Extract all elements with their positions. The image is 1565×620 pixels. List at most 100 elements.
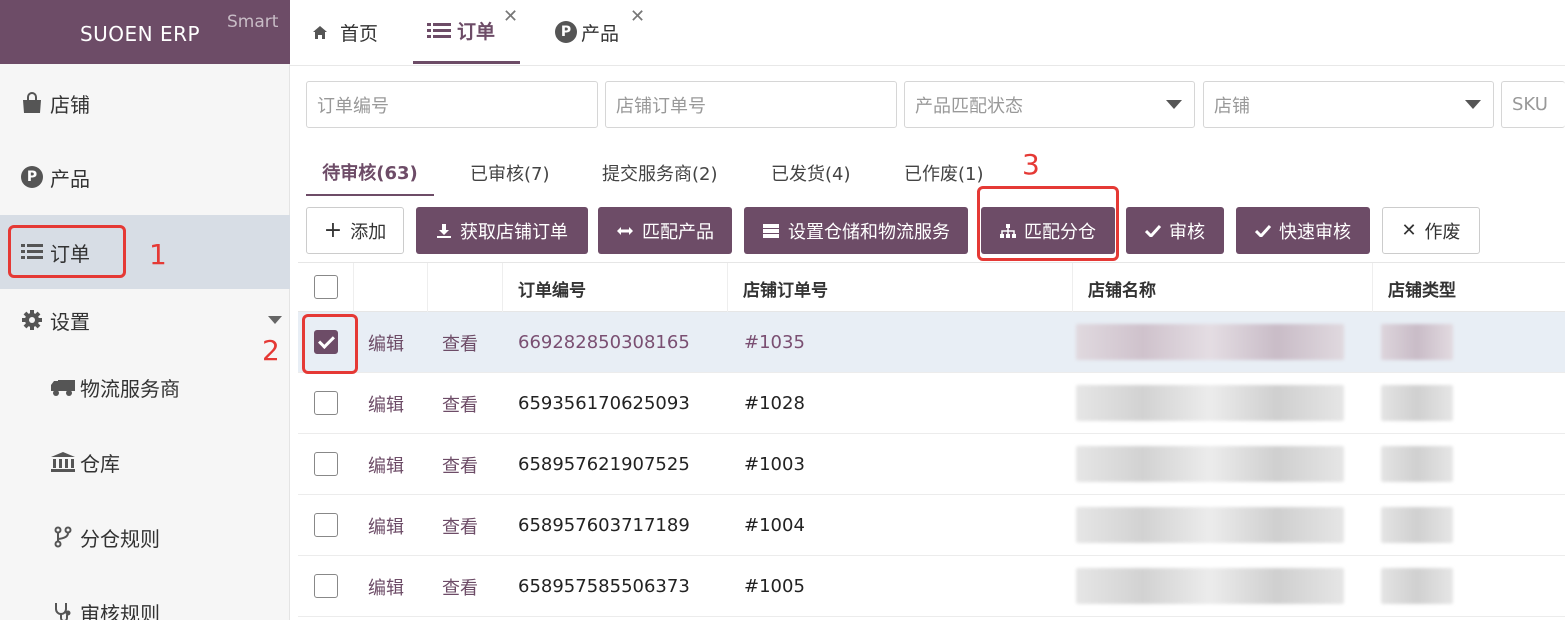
fork-icon: [50, 525, 76, 549]
tab-submitted[interactable]: 提交服务商(2): [602, 150, 718, 196]
annotation-number-1: 1: [149, 238, 167, 271]
header-edit-col: [353, 263, 427, 313]
shop-order-no-cell: #1005: [744, 576, 805, 597]
stethoscope-icon: [50, 600, 76, 620]
sidebar-item-label: 店铺: [50, 92, 90, 117]
redacted-shop-type: [1381, 385, 1453, 421]
button-label: 快速审核: [1279, 221, 1351, 243]
header-shop-type[interactable]: 店铺类型: [1372, 263, 1565, 313]
sku-input[interactable]: SKU: [1501, 81, 1565, 128]
row-checkbox[interactable]: [314, 391, 338, 415]
annotation-box-1: [8, 225, 126, 278]
close-icon[interactable]: ✕: [630, 6, 645, 27]
order-no-cell: 658957621907525: [518, 454, 690, 475]
tab-voided[interactable]: 已作废(1): [904, 150, 984, 196]
shop-placeholder: 店铺: [1214, 95, 1250, 117]
match-products-button[interactable]: 匹配产品: [598, 207, 732, 254]
header-order-no[interactable]: 订单编号: [502, 263, 727, 313]
redacted-shop-name: [1076, 507, 1344, 543]
view-link[interactable]: 查看: [442, 373, 478, 434]
table-row[interactable]: 编辑 查看 658957621907525 #1003: [298, 434, 1565, 495]
redacted-shop-name: [1076, 568, 1344, 604]
edit-link[interactable]: 编辑: [368, 434, 404, 495]
fetch-shop-orders-button[interactable]: 获取店铺订单: [416, 207, 588, 254]
review-button[interactable]: 审核: [1126, 207, 1224, 254]
shop-select[interactable]: 店铺: [1203, 81, 1494, 128]
add-button[interactable]: + 添加: [306, 207, 404, 254]
sidebar-subitem-label: 分仓规则: [80, 526, 160, 551]
tab-products[interactable]: P 产品 ✕: [555, 0, 645, 64]
row-checkbox[interactable]: [314, 574, 338, 598]
status-tab-label: 已发货(4): [771, 164, 851, 185]
order-no-cell: 669282850308165: [518, 332, 690, 353]
redacted-shop-name: [1076, 385, 1344, 421]
product-p-icon: P: [555, 21, 577, 43]
annotation-box-2: [302, 314, 358, 374]
status-tab-label: 已审核(7): [470, 164, 550, 185]
bank-icon: [50, 450, 76, 474]
redacted-shop-type: [1381, 324, 1453, 360]
gear-icon: [20, 308, 44, 332]
set-warehouse-logistics-button[interactable]: 设置仓储和物流服务: [744, 207, 968, 254]
shop-order-no-cell: #1004: [744, 515, 805, 536]
header-view-col: [427, 263, 502, 313]
view-link[interactable]: 查看: [442, 495, 478, 556]
check-icon: [1255, 224, 1271, 237]
sidebar-item-review-rules[interactable]: 审核规则: [0, 575, 290, 620]
shop-order-no-placeholder: 店铺订单号: [616, 95, 706, 117]
order-no-input[interactable]: 订单编号: [306, 81, 598, 128]
sidebar-item-product[interactable]: P 产品: [0, 140, 290, 214]
sidebar-item-logistics[interactable]: 物流服务商: [0, 350, 290, 424]
shop-order-no-input[interactable]: 店铺订单号: [605, 81, 897, 128]
tab-label: 产品: [581, 22, 620, 45]
sidebar-item-split-rules[interactable]: 分仓规则: [0, 500, 290, 574]
row-checkbox[interactable]: [314, 513, 338, 537]
truck-icon: [50, 375, 76, 399]
view-link[interactable]: 查看: [442, 434, 478, 495]
view-link[interactable]: 查看: [442, 556, 478, 617]
annotation-number-3: 3: [1022, 148, 1040, 181]
edit-link[interactable]: 编辑: [368, 312, 404, 373]
sidebar-subitem-label: 仓库: [80, 451, 120, 476]
order-no-cell: 659356170625093: [518, 393, 690, 414]
sidebar-item-shop[interactable]: 店铺: [0, 66, 290, 140]
tab-pending-review[interactable]: 待审核(63): [306, 150, 434, 196]
download-icon: [436, 223, 452, 239]
tab-reviewed[interactable]: 已审核(7): [470, 150, 550, 196]
redacted-shop-name: [1076, 446, 1344, 482]
table-row[interactable]: 编辑 查看 658957603717189 #1004: [298, 495, 1565, 556]
tab-shipped[interactable]: 已发货(4): [771, 150, 851, 196]
void-button[interactable]: ✕ 作废: [1382, 207, 1480, 254]
edit-link[interactable]: 编辑: [368, 495, 404, 556]
status-tab-label: 已作废(1): [904, 164, 984, 185]
sidebar-item-settings[interactable]: 设置: [0, 283, 290, 357]
header-shop-order-no[interactable]: 店铺订单号: [727, 263, 1072, 313]
list-icon: [427, 22, 451, 40]
match-status-select[interactable]: 产品匹配状态: [904, 81, 1195, 128]
row-checkbox[interactable]: [314, 452, 338, 476]
tab-orders[interactable]: 订单 ✕: [413, 0, 520, 64]
table-row[interactable]: 编辑 查看 659356170625093 #1028: [298, 373, 1565, 434]
sidebar-item-warehouse[interactable]: 仓库: [0, 425, 290, 499]
quick-review-button[interactable]: 快速审核: [1236, 207, 1370, 254]
view-link[interactable]: 查看: [442, 312, 478, 373]
check-icon: [1145, 224, 1161, 237]
close-icon[interactable]: ✕: [503, 6, 518, 27]
chevron-down-icon[interactable]: [268, 316, 282, 324]
button-label: 审核: [1169, 221, 1205, 243]
select-all-checkbox[interactable]: [314, 275, 338, 299]
tab-home[interactable]: 首页: [312, 0, 378, 64]
table-row[interactable]: 编辑 查看 669282850308165 #1035: [298, 312, 1565, 373]
sidebar-item-label: 设置: [50, 309, 90, 334]
header-shop-name[interactable]: 店铺名称: [1072, 263, 1372, 313]
product-p-icon: P: [20, 165, 44, 189]
sidebar: SUOEN ERP Smart 店铺 P 产品 订单 设置 物流服务商 仓库 分…: [0, 0, 290, 620]
edit-link[interactable]: 编辑: [368, 373, 404, 434]
plus-icon: +: [323, 218, 343, 243]
brand-header[interactable]: SUOEN ERP Smart: [0, 0, 290, 64]
order-no-cell: 658957603717189: [518, 515, 690, 536]
edit-link[interactable]: 编辑: [368, 556, 404, 617]
button-label: 作废: [1424, 221, 1461, 243]
table-row[interactable]: 编辑 查看 658957585506373 #1005: [298, 556, 1565, 617]
table-header: 订单编号 店铺订单号 店铺名称 店铺类型: [298, 262, 1565, 313]
